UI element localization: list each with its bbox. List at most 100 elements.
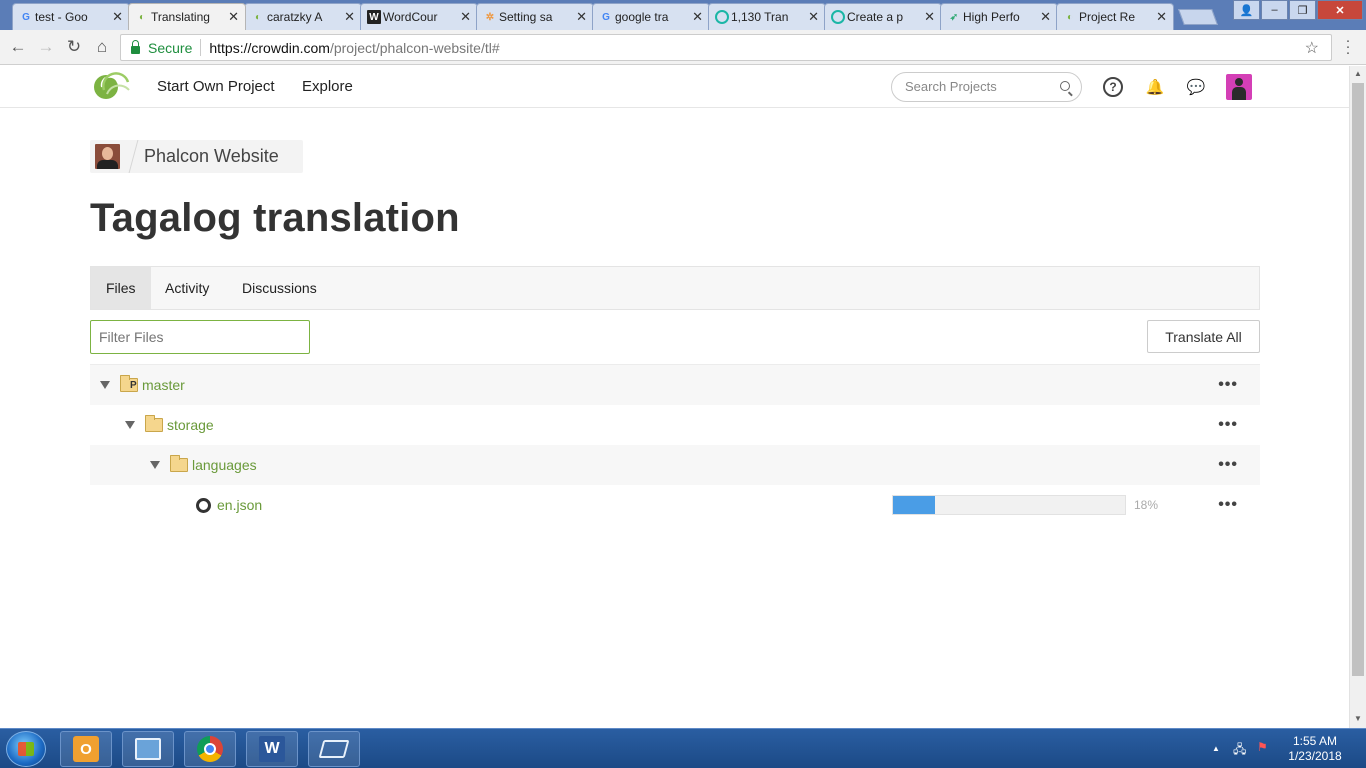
close-tab-icon[interactable]: ✕	[1156, 9, 1167, 25]
google-icon: G	[602, 11, 610, 23]
tab-files[interactable]: Files	[91, 267, 151, 309]
messages-icon[interactable]: 💬	[1186, 77, 1206, 97]
folder-icon	[145, 415, 163, 432]
clock-time: 1:55 AM	[1292, 734, 1338, 748]
search-placeholder: Search Projects	[905, 79, 997, 94]
more-options-icon[interactable]: •••	[1218, 376, 1238, 394]
reload-icon[interactable]: ↻	[64, 37, 84, 57]
folder-icon	[170, 455, 188, 472]
new-tab-button[interactable]	[1178, 9, 1218, 25]
close-tab-icon[interactable]: ✕	[344, 9, 355, 25]
outlook-icon: O	[73, 736, 99, 762]
browser-tab[interactable]: ➶ High Perfo ✕	[940, 3, 1058, 30]
tab-title: Setting sa	[499, 10, 553, 24]
tree-row-languages[interactable]: languages •••	[90, 445, 1260, 485]
secure-label: Secure	[148, 39, 193, 56]
user-avatar[interactable]	[1226, 74, 1252, 100]
close-tab-icon[interactable]: ✕	[808, 9, 819, 25]
remote-desktop-icon	[318, 740, 350, 758]
breadcrumb-project-link[interactable]: Phalcon Website	[144, 146, 279, 167]
home-icon[interactable]: ⌂	[92, 37, 112, 57]
tree-item-label[interactable]: en.json	[217, 497, 262, 513]
system-clock[interactable]: 1:55 AM 1/23/2018	[1280, 734, 1350, 764]
collapse-caret-icon[interactable]	[100, 381, 110, 389]
browser-tab[interactable]: ✲ Setting sa ✕	[476, 3, 594, 30]
collapse-caret-icon[interactable]	[125, 421, 135, 429]
taskbar-chrome[interactable]	[184, 731, 236, 767]
breadcrumb: Phalcon Website	[90, 140, 303, 173]
pinwheel-icon: ✲	[485, 11, 495, 23]
circle-icon	[831, 10, 845, 24]
start-button[interactable]	[6, 731, 46, 767]
page-title: Tagalog translation	[90, 196, 460, 240]
nav-explore[interactable]: Explore	[302, 78, 353, 95]
word-icon: W	[259, 736, 285, 762]
browser-tab-active[interactable]: ◐ Translating ✕	[128, 3, 246, 30]
browser-tab[interactable]: W WordCour ✕	[360, 3, 478, 30]
tree-row-master[interactable]: P master •••	[90, 365, 1260, 405]
browser-tab[interactable]: G test - Goo ✕	[12, 3, 130, 30]
back-arrow-icon[interactable]: ←	[8, 37, 28, 57]
project-tabs: Files Activity Discussions	[90, 266, 1260, 310]
search-projects-input[interactable]: Search Projects	[891, 72, 1082, 102]
tree-item-label[interactable]: master	[142, 377, 185, 393]
more-options-icon[interactable]: •••	[1218, 416, 1238, 434]
browser-tab[interactable]: ◐ caratzky A ✕	[244, 3, 362, 30]
close-tab-icon[interactable]: ✕	[576, 9, 587, 25]
close-window-button[interactable]: ✕	[1317, 0, 1363, 20]
show-hidden-icons-icon[interactable]: ▲	[1212, 744, 1220, 753]
tree-item-label[interactable]: languages	[192, 457, 257, 473]
circle-icon	[715, 10, 729, 24]
taskbar-control-panel[interactable]	[122, 731, 174, 767]
close-tab-icon[interactable]: ✕	[460, 9, 471, 25]
more-options-icon[interactable]: •••	[1218, 496, 1238, 514]
tab-activity[interactable]: Activity	[150, 267, 224, 309]
address-bar[interactable]: Secure https://crowdin.com/project/phalc…	[120, 34, 1332, 61]
browser-tab[interactable]: ◐ Project Re ✕	[1056, 3, 1174, 30]
forward-arrow-icon[interactable]: →	[36, 37, 56, 57]
taskbar-remote-desktop[interactable]	[308, 731, 360, 767]
help-icon[interactable]: ?	[1103, 77, 1123, 97]
taskbar-word[interactable]: W	[246, 731, 298, 767]
page-scrollbar[interactable]: ▲ ▼	[1349, 66, 1366, 728]
scroll-thumb[interactable]	[1352, 83, 1364, 676]
scroll-down-icon[interactable]: ▼	[1354, 714, 1362, 723]
notifications-bell-icon[interactable]: 🔔	[1145, 77, 1165, 97]
network-icon[interactable]: 🖧	[1233, 740, 1246, 761]
more-options-icon[interactable]: •••	[1218, 456, 1238, 474]
browser-tab[interactable]: G google tra ✕	[592, 3, 710, 30]
user-profile-icon[interactable]: 👤	[1233, 0, 1260, 20]
tab-discussions[interactable]: Discussions	[227, 267, 332, 309]
browser-tab-strip: G test - Goo ✕ ◐ Translating ✕ ◐ caratzk…	[0, 0, 1366, 30]
maximize-button[interactable]: ❐	[1289, 0, 1316, 20]
project-owner-avatar[interactable]	[95, 144, 120, 169]
google-icon: G	[22, 11, 30, 23]
close-tab-icon[interactable]: ✕	[692, 9, 703, 25]
tree-item-label[interactable]: storage	[167, 417, 214, 433]
tab-title: 1,130 Tran	[731, 10, 789, 24]
close-tab-icon[interactable]: ✕	[112, 9, 123, 25]
scroll-up-icon[interactable]: ▲	[1354, 69, 1362, 78]
browser-tab[interactable]: Create a p ✕	[824, 3, 942, 30]
tree-row-storage[interactable]: storage •••	[90, 405, 1260, 445]
crowdin-logo-icon[interactable]	[92, 72, 130, 102]
filter-files-input[interactable]	[90, 320, 310, 354]
browser-tab[interactable]: 1,130 Tran ✕	[708, 3, 826, 30]
tab-title: caratzky A	[267, 10, 323, 24]
minimize-button[interactable]: –	[1261, 0, 1288, 20]
close-tab-icon[interactable]: ✕	[1040, 9, 1051, 25]
wordcounter-icon: W	[367, 10, 381, 24]
bookmark-star-icon[interactable]: ☆	[1305, 38, 1319, 58]
crowdin-icon: ◐	[138, 11, 146, 23]
taskbar-outlook[interactable]: O	[60, 731, 112, 767]
translate-all-button[interactable]: Translate All	[1147, 320, 1260, 353]
action-center-icon[interactable]: ⚑	[1257, 740, 1268, 754]
browser-menu-icon[interactable]: · · ·	[1343, 33, 1353, 60]
crowdin-icon: ◐	[254, 11, 262, 23]
collapse-caret-icon[interactable]	[150, 461, 160, 469]
close-tab-icon[interactable]: ✕	[924, 9, 935, 25]
nav-start-own-project[interactable]: Start Own Project	[157, 78, 275, 95]
close-tab-icon[interactable]: ✕	[228, 9, 239, 25]
file-tree: P master ••• storage ••• languages ••• e…	[90, 364, 1260, 525]
browser-toolbar: ← → ↻ ⌂ Secure https://crowdin.com/proje…	[0, 30, 1366, 65]
